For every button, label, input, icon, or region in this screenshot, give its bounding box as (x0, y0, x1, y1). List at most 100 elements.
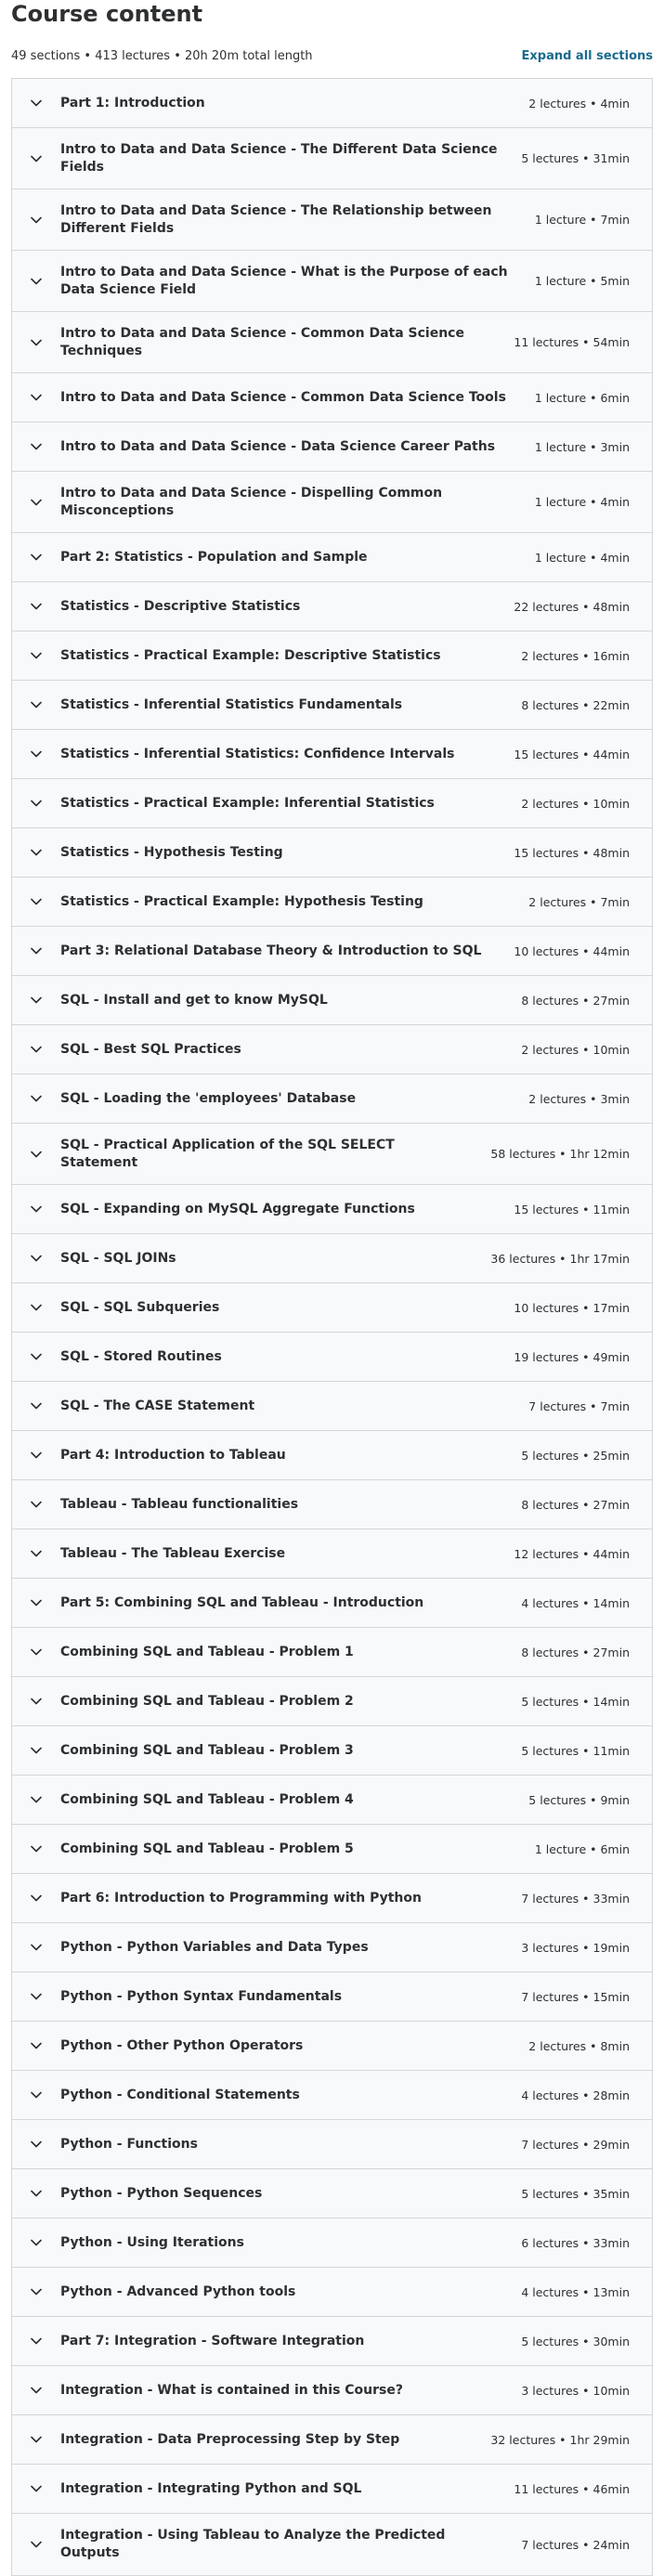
section-title: Python - Conditional Statements (60, 2087, 300, 2102)
section-row[interactable]: Part 7: Integration - Software Integrati… (12, 2317, 652, 2366)
section-title: SQL - Best SQL Practices (60, 1041, 241, 1057)
section-row[interactable]: Python - Other Python Operators 2 lecture… (12, 2022, 652, 2071)
section-lecture-info: 15 lectures • 11min (514, 1202, 630, 1216)
section-row[interactable]: Integration - Integrating Python and SQL… (12, 2465, 652, 2514)
section-row[interactable]: Intro to Data and Data Science - The Rel… (12, 189, 652, 251)
chevron-down-icon (31, 2286, 42, 2297)
section-row[interactable]: Statistics - Practical Example: Inferent… (12, 779, 652, 828)
section-row[interactable]: Part 1: Introduction 2 lectures • 4min (12, 79, 652, 128)
section-row[interactable]: Part 5: Combining SQL and Tableau - Intr… (12, 1579, 652, 1628)
section-row[interactable]: Intro to Data and Data Science - Data Sc… (12, 423, 652, 472)
section-row[interactable]: Part 4: Introduction to Tableau 5 lecture… (12, 1431, 652, 1480)
section-lecture-info: 7 lectures • 33min (521, 1891, 630, 1906)
chevron-down-icon (31, 2188, 42, 2199)
section-title: Statistics - Descriptive Statistics (60, 598, 301, 614)
section-row[interactable]: SQL - Expanding on MySQL Aggregate Funct… (12, 1185, 652, 1234)
section-lecture-info: 2 lectures • 10min (521, 796, 630, 811)
section-row[interactable]: Intro to Data and Data Science - What is… (12, 251, 652, 312)
section-row[interactable]: Statistics - Hypothesis Testing 15 lectur… (12, 828, 652, 878)
section-title: SQL - SQL JOINs (60, 1250, 176, 1266)
section-title: Python - Using Iterations (60, 2234, 244, 2250)
section-row[interactable]: SQL - Stored Routines 19 lectures • 49min (12, 1333, 652, 1382)
section-row[interactable]: Part 6: Introduction to Programming with… (12, 1874, 652, 1923)
section-row[interactable]: Part 3: Relational Database Theory & Int… (12, 927, 652, 976)
section-row[interactable]: Statistics - Practical Example: Descript… (12, 631, 652, 681)
expand-all-sections-button[interactable]: Expand all sections (522, 49, 654, 63)
section-title: SQL - The CASE Statement (60, 1398, 255, 1413)
chevron-down-icon (31, 601, 42, 612)
section-row[interactable]: SQL - The CASE Statement 7 lectures • 7mi… (12, 1382, 652, 1431)
section-lecture-info: 11 lectures • 46min (514, 2481, 630, 2496)
section-row[interactable]: SQL - SQL Subqueries 10 lectures • 17min (12, 1283, 652, 1333)
section-row[interactable]: Combining SQL and Tableau - Problem 3 5 l… (12, 1726, 652, 1776)
section-row[interactable]: SQL - SQL JOINs 36 lectures • 1hr 17min (12, 1234, 652, 1283)
chevron-down-icon (31, 1499, 42, 1510)
chevron-down-icon (31, 2139, 42, 2150)
section-row[interactable]: Combining SQL and Tableau - Problem 1 8 l… (12, 1628, 652, 1677)
section-row[interactable]: Integration - What is contained in this … (12, 2366, 652, 2415)
chevron-down-icon (31, 2040, 42, 2051)
section-row[interactable]: SQL - Practical Application of the SQL S… (12, 1124, 652, 1185)
section-lecture-info: 7 lectures • 29min (521, 2137, 630, 2152)
section-title: Statistics - Practical Example: Inferent… (60, 795, 435, 811)
chevron-down-icon (31, 1450, 42, 1461)
section-lecture-info: 5 lectures • 11min (521, 1743, 630, 1758)
section-row[interactable]: SQL - Best SQL Practices 2 lectures • 10m… (12, 1025, 652, 1074)
section-title: Intro to Data and Data Science - What is… (60, 264, 508, 297)
section-title: Part 3: Relational Database Theory & Int… (60, 943, 482, 958)
section-row[interactable]: Python - Python Variables and Data Types… (12, 1923, 652, 1972)
chevron-down-icon (31, 1302, 42, 1313)
chevron-down-icon (31, 1093, 42, 1104)
section-row[interactable]: Tableau - The Tableau Exercise 12 lecture… (12, 1529, 652, 1579)
chevron-down-icon (31, 748, 42, 760)
section-row[interactable]: Part 2: Statistics - Population and Samp… (12, 533, 652, 582)
chevron-down-icon (31, 699, 42, 710)
section-row[interactable]: Python - Python Sequences 5 lectures • 35… (12, 2169, 652, 2218)
section-lecture-info: 8 lectures • 22min (521, 697, 630, 712)
section-row[interactable]: Python - Python Syntax Fundamentals 7 lec… (12, 1972, 652, 2022)
section-title: SQL - SQL Subqueries (60, 1299, 220, 1315)
section-row[interactable]: Python - Functions 7 lectures • 29min (12, 2120, 652, 2169)
section-row[interactable]: Intro to Data and Data Science - Common … (12, 373, 652, 423)
section-row[interactable]: Intro to Data and Data Science - Common … (12, 312, 652, 373)
section-lecture-info: 1 lecture • 4min (534, 550, 630, 565)
section-lecture-info: 1 lecture • 6min (534, 1841, 630, 1856)
chevron-down-icon (31, 98, 42, 109)
section-row[interactable]: Statistics - Descriptive Statistics 22 le… (12, 582, 652, 631)
chevron-down-icon (31, 1794, 42, 1805)
section-row[interactable]: Statistics - Inferential Statistics: Con… (12, 730, 652, 779)
section-row[interactable]: Python - Advanced Python tools 4 lectures… (12, 2268, 652, 2317)
section-row[interactable]: SQL - Loading the 'employees' Database 2 … (12, 1074, 652, 1124)
section-row[interactable]: Python - Using Iterations 6 lectures • 33… (12, 2218, 652, 2268)
section-lecture-info: 58 lectures • 1hr 12min (490, 1147, 630, 1161)
chevron-down-icon (31, 392, 42, 403)
chevron-down-icon (31, 2434, 42, 2445)
section-lecture-info: 1 lecture • 3min (534, 439, 630, 454)
section-row[interactable]: Tableau - Tableau functionalities 8 lectu… (12, 1480, 652, 1529)
section-row[interactable]: Combining SQL and Tableau - Problem 4 5 l… (12, 1776, 652, 1825)
section-lecture-info: 4 lectures • 13min (521, 2284, 630, 2299)
section-row[interactable]: Python - Conditional Statements 4 lecture… (12, 2071, 652, 2120)
section-row[interactable]: Combining SQL and Tableau - Problem 5 1 l… (12, 1825, 652, 1874)
section-title: Part 6: Introduction to Programming with… (60, 1890, 422, 1906)
section-row[interactable]: SQL - Install and get to know MySQL 8 lec… (12, 976, 652, 1025)
section-row[interactable]: Combining SQL and Tableau - Problem 2 5 l… (12, 1677, 652, 1726)
chevron-down-icon (31, 2335, 42, 2347)
section-row[interactable]: Statistics - Inferential Statistics Fund… (12, 681, 652, 730)
chevron-down-icon (31, 441, 42, 452)
section-lecture-info: 5 lectures • 14min (521, 1694, 630, 1709)
section-row[interactable]: Intro to Data and Data Science - The Dif… (12, 128, 652, 189)
chevron-down-icon (31, 1646, 42, 1658)
section-row[interactable]: Integration - Using Tableau to Analyze t… (12, 2514, 652, 2575)
section-row[interactable]: Intro to Data and Data Science - Dispell… (12, 472, 652, 533)
chevron-down-icon (31, 2385, 42, 2396)
section-row[interactable]: Integration - Data Preprocessing Step by… (12, 2415, 652, 2465)
section-title: Combining SQL and Tableau - Problem 5 (60, 1841, 354, 1856)
section-title: Intro to Data and Data Science - The Rel… (60, 202, 492, 236)
section-title: Statistics - Inferential Statistics Fund… (60, 696, 403, 712)
chevron-down-icon (31, 2089, 42, 2101)
section-title: Part 7: Integration - Software Integrati… (60, 2333, 365, 2348)
section-row[interactable]: Statistics - Practical Example: Hypothes… (12, 878, 652, 927)
section-lecture-info: 5 lectures • 25min (521, 1448, 630, 1463)
chevron-down-icon (31, 896, 42, 907)
